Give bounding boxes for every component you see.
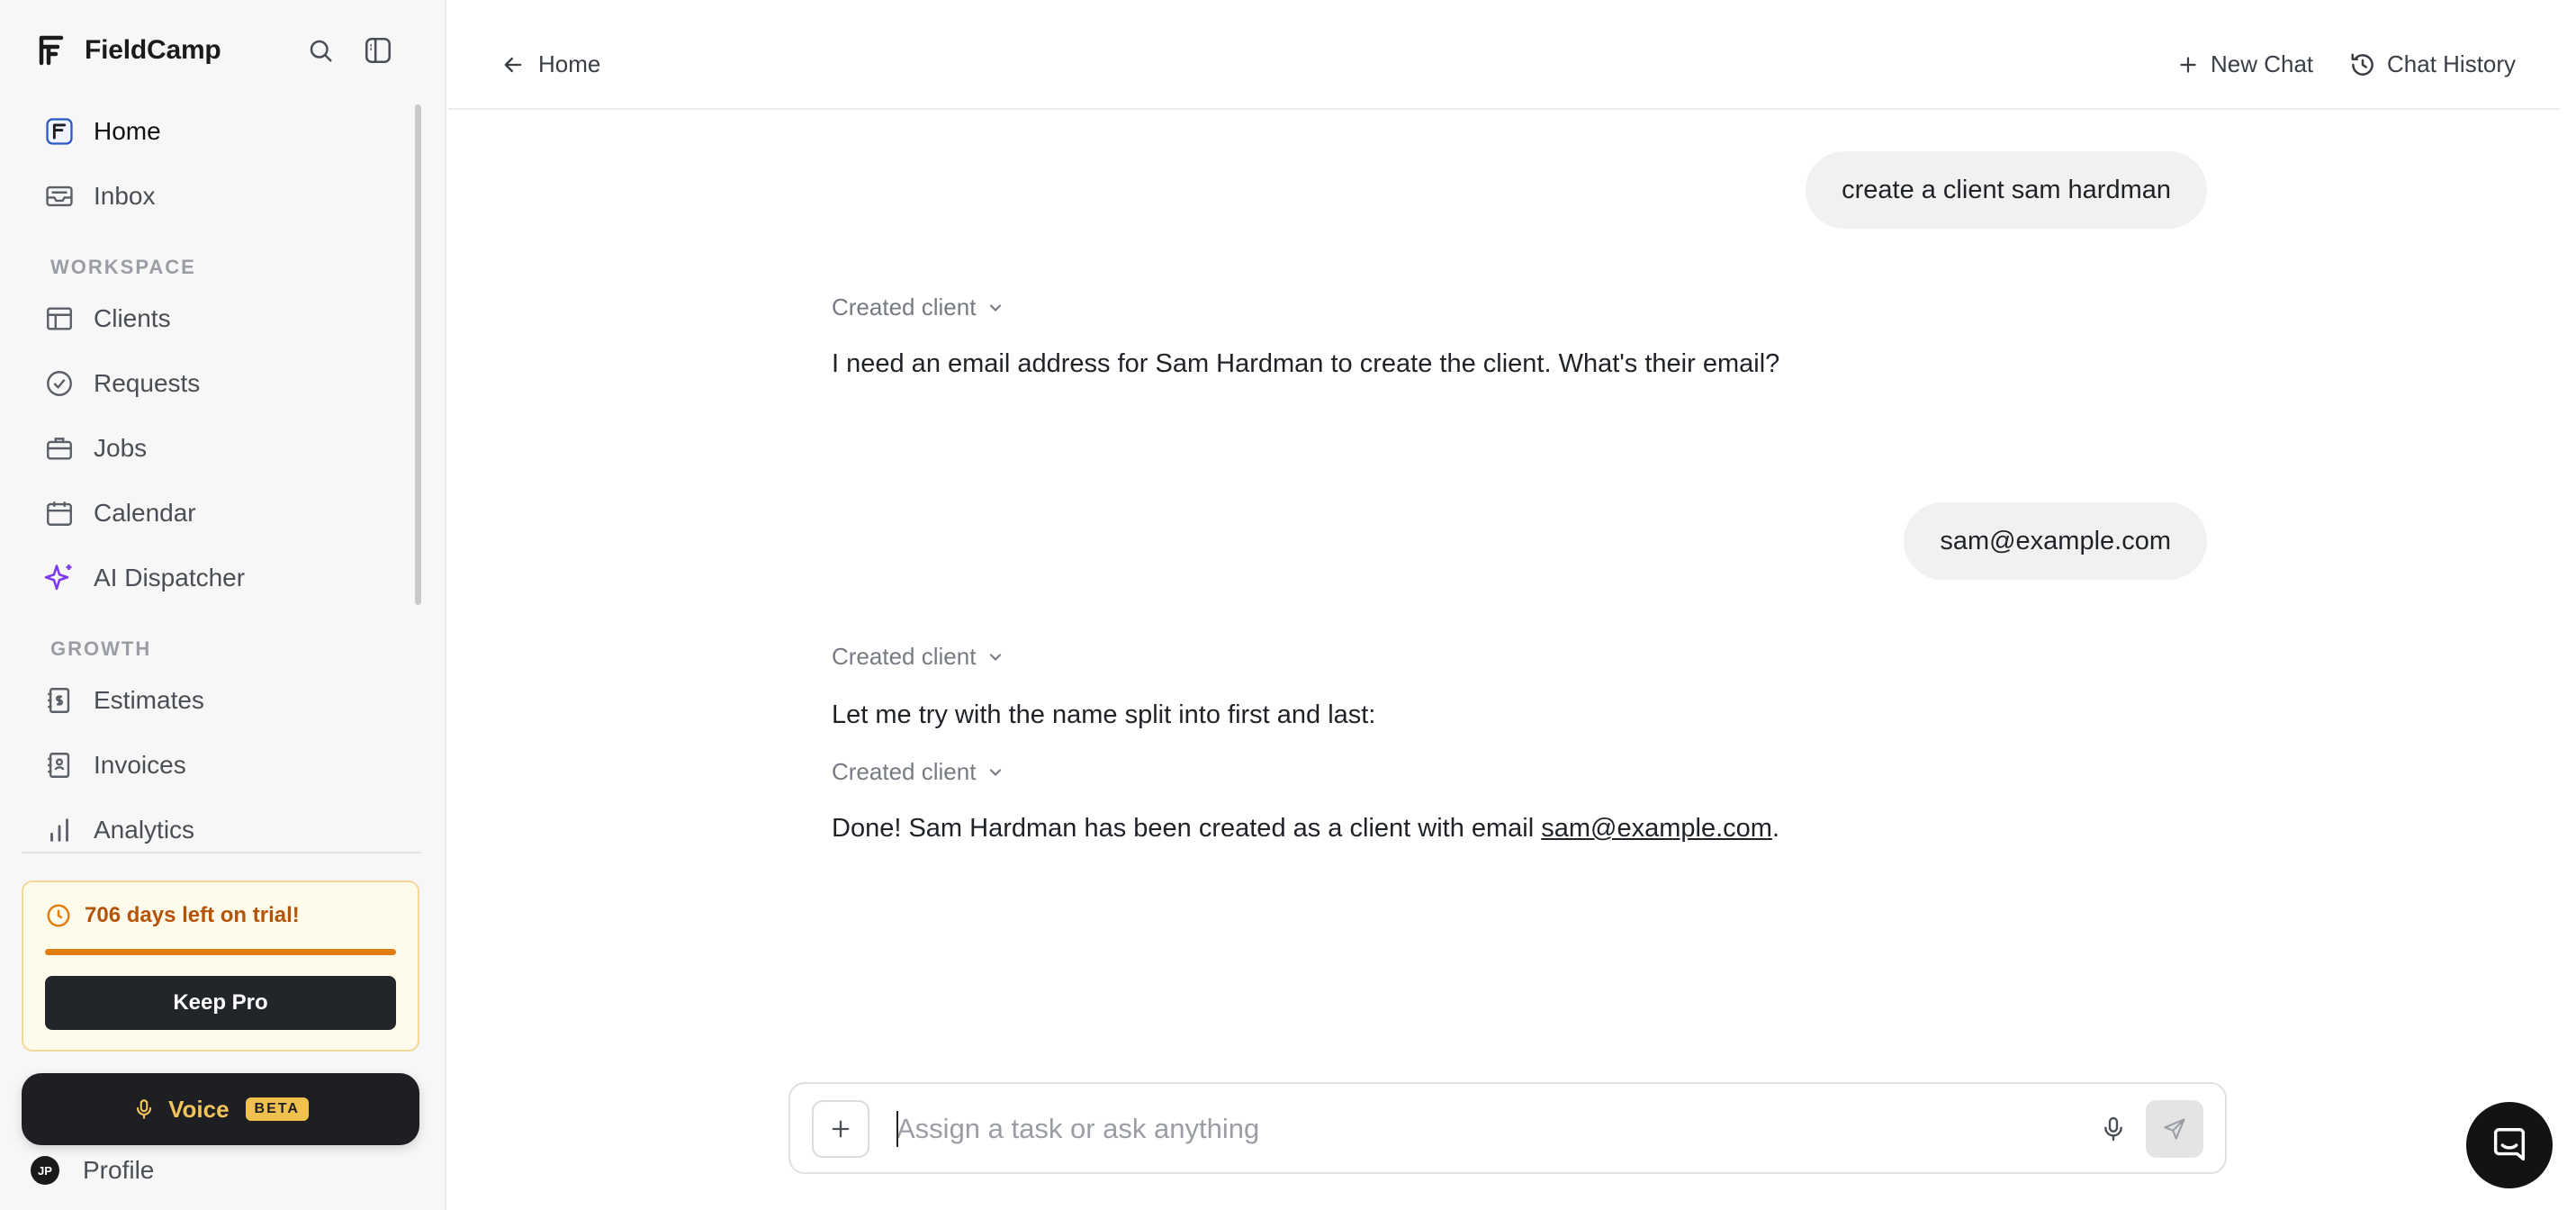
invoices-icon bbox=[43, 749, 76, 781]
estimates-icon bbox=[43, 684, 76, 717]
sidebar-item-estimates[interactable]: Estimates bbox=[27, 673, 405, 727]
sidebar-item-home[interactable]: Home bbox=[27, 104, 405, 158]
brand-name: FieldCamp bbox=[85, 35, 221, 65]
search-button[interactable] bbox=[302, 32, 338, 68]
avatar: JP bbox=[31, 1156, 59, 1185]
back-label: Home bbox=[538, 50, 601, 77]
voice-label: Voice bbox=[168, 1095, 230, 1123]
new-chat-button[interactable]: New Chat bbox=[2176, 50, 2313, 78]
text-cursor bbox=[896, 1111, 898, 1147]
tool-call-toggle[interactable]: Created client bbox=[832, 293, 1004, 321]
plus-icon bbox=[832, 1120, 850, 1138]
jobs-icon bbox=[43, 432, 76, 465]
chat-composer bbox=[788, 1082, 2227, 1174]
trial-card: 706 days left on trial! Keep Pro bbox=[22, 880, 419, 1052]
sidebar-nav: Home Inbox WORKSPACE Clients Requests Jo… bbox=[0, 99, 446, 855]
tool-call-toggle[interactable]: Created client bbox=[832, 758, 1004, 786]
email-link[interactable]: sam@example.com bbox=[1541, 814, 1772, 843]
clock-icon bbox=[47, 904, 70, 927]
new-chat-label: New Chat bbox=[2211, 50, 2314, 77]
sidebar-item-calendar[interactable]: Calendar bbox=[27, 486, 405, 540]
assistant-message: Let me try with the name split into firs… bbox=[832, 700, 1376, 729]
brand[interactable]: FieldCamp bbox=[38, 31, 221, 70]
tool-call-label: Created client bbox=[832, 643, 977, 670]
sparkles-icon bbox=[43, 562, 76, 594]
search-icon bbox=[310, 40, 332, 62]
chevron-down-icon bbox=[990, 653, 1002, 661]
sidebar-item-clients[interactable]: Clients bbox=[27, 292, 405, 346]
chat-history-label: Chat History bbox=[2387, 50, 2517, 77]
sidebar-item-inbox[interactable]: Inbox bbox=[27, 169, 405, 223]
sidebar-item-analytics[interactable]: Analytics bbox=[27, 803, 405, 855]
trial-progress-fill bbox=[45, 949, 396, 955]
home-icon bbox=[43, 115, 76, 148]
send-button[interactable] bbox=[2146, 1100, 2203, 1158]
sidebar-item-label: Estimates bbox=[94, 686, 204, 714]
sidebar-item-requests[interactable]: Requests bbox=[27, 357, 405, 411]
chat-history-button[interactable]: Chat History bbox=[2349, 50, 2516, 78]
assistant-message: I need an email address for Sam Hardman … bbox=[832, 349, 1780, 378]
voice-button[interactable]: Voice BETA bbox=[22, 1073, 419, 1145]
sidebar-item-label: Jobs bbox=[94, 434, 148, 462]
sidebar-item-label: Inbox bbox=[94, 182, 156, 210]
section-label-workspace: WORKSPACE bbox=[50, 256, 196, 278]
sidebar-divider bbox=[22, 852, 421, 853]
sidebar-item-jobs[interactable]: Jobs bbox=[27, 421, 405, 475]
sidebar-item-label: Calendar bbox=[94, 499, 196, 527]
history-icon bbox=[2351, 53, 2373, 76]
message-text: . bbox=[1771, 814, 1779, 843]
inbox-icon bbox=[43, 180, 76, 212]
section-label-growth: GROWTH bbox=[50, 637, 152, 660]
fieldcamp-logo-icon bbox=[39, 35, 64, 66]
chevron-down-icon bbox=[990, 768, 1002, 776]
trial-header: 706 days left on trial! bbox=[45, 902, 300, 929]
plus-icon bbox=[2180, 56, 2196, 73]
support-chat-button[interactable] bbox=[2466, 1102, 2553, 1188]
chevron-down-icon bbox=[990, 303, 1002, 312]
microphone-icon bbox=[2104, 1116, 2122, 1142]
sidebar-item-label: AI Dispatcher bbox=[94, 564, 246, 591]
main-content: Home New Chat Chat History create a clie… bbox=[448, 0, 2560, 1210]
tool-call-label: Created client bbox=[832, 758, 977, 785]
sidebar-item-label: Clients bbox=[94, 304, 171, 332]
requests-icon bbox=[43, 367, 76, 400]
trial-progress-bar bbox=[45, 949, 396, 955]
sidebar-item-label: Analytics bbox=[94, 816, 195, 844]
sidebar-item-label: Invoices bbox=[94, 751, 186, 779]
microphone-icon bbox=[136, 1099, 152, 1119]
keep-pro-button[interactable]: Keep Pro bbox=[45, 976, 396, 1030]
toggle-sidebar-button[interactable] bbox=[360, 32, 396, 68]
tool-call-toggle[interactable]: Created client bbox=[832, 643, 1004, 671]
sidebar-item-ai-dispatcher[interactable]: AI Dispatcher bbox=[27, 551, 405, 605]
sidebar-panel-icon bbox=[365, 37, 392, 64]
sidebar: FieldCamp Home Inbox WORKSPACE Clients R… bbox=[0, 0, 446, 1210]
top-bar: Home New Chat Chat History bbox=[448, 0, 2560, 110]
analytics-icon bbox=[43, 814, 76, 846]
clients-icon bbox=[43, 302, 76, 335]
back-home-button[interactable]: Home bbox=[500, 50, 600, 78]
profile-label: Profile bbox=[83, 1156, 155, 1184]
sidebar-item-label: Requests bbox=[94, 369, 201, 397]
dictation-button[interactable] bbox=[2092, 1107, 2135, 1151]
arrow-left-icon bbox=[504, 57, 522, 72]
message-bubble-icon bbox=[2493, 1128, 2526, 1161]
assistant-message: Done! Sam Hardman has been created as a … bbox=[832, 814, 1779, 844]
tool-call-label: Created client bbox=[832, 293, 977, 321]
sidebar-item-label: Home bbox=[94, 117, 161, 145]
user-message: sam@example.com bbox=[1904, 502, 2207, 580]
profile-button[interactable]: JP Profile bbox=[31, 1156, 154, 1185]
attach-button[interactable] bbox=[812, 1100, 869, 1158]
sidebar-scrollbar[interactable] bbox=[415, 104, 421, 605]
message-text: Done! Sam Hardman has been created as a … bbox=[832, 814, 1542, 843]
sidebar-item-invoices[interactable]: Invoices bbox=[27, 738, 405, 792]
chat-input[interactable] bbox=[896, 1100, 2067, 1158]
send-icon bbox=[2164, 1118, 2185, 1140]
trial-text: 706 days left on trial! bbox=[85, 903, 300, 927]
user-message: create a client sam hardman bbox=[1806, 151, 2207, 229]
calendar-icon bbox=[43, 497, 76, 529]
beta-badge: BETA bbox=[245, 1097, 309, 1121]
